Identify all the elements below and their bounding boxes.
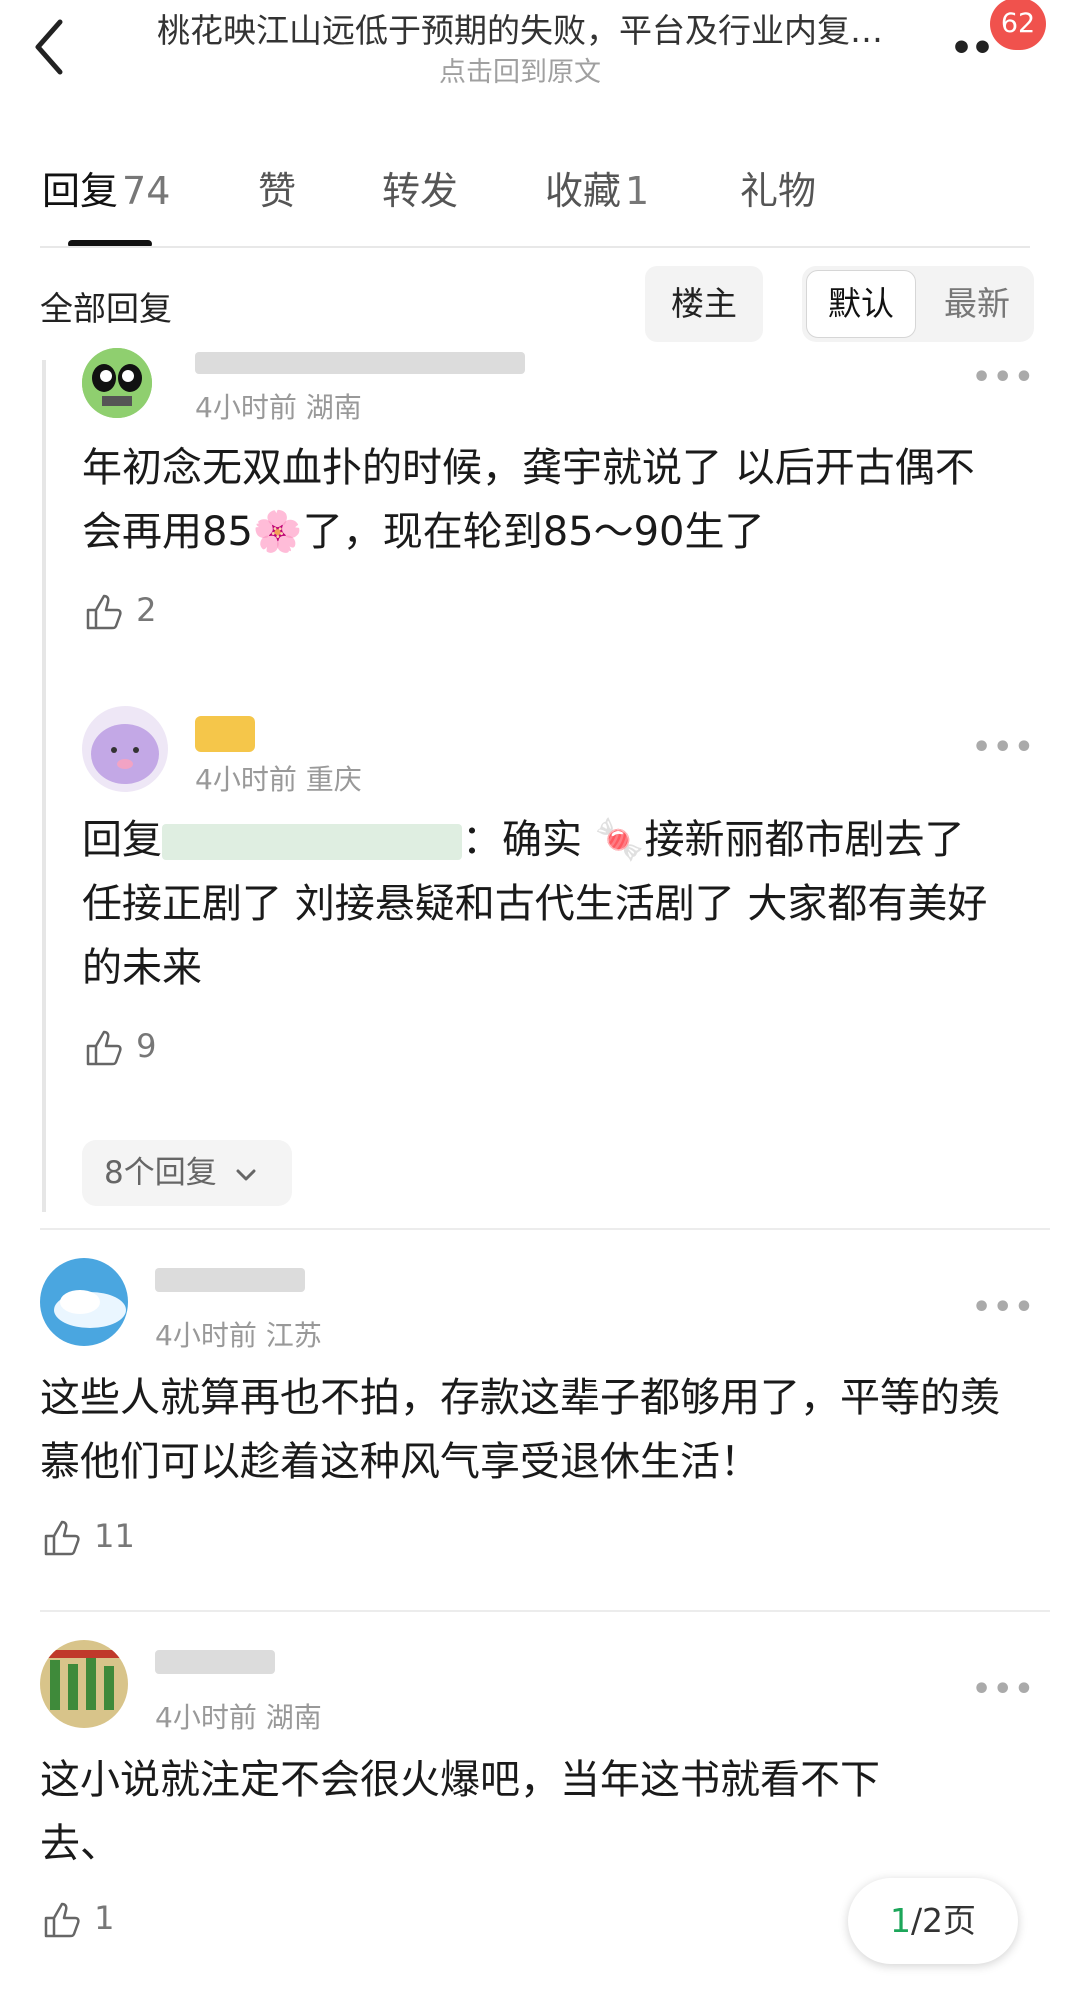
back-button[interactable] — [30, 12, 90, 82]
thumbs-up-icon — [86, 1030, 122, 1066]
tab-count: 1 — [625, 169, 650, 213]
avatar-image — [82, 706, 168, 792]
like-button[interactable]: 2 — [82, 590, 157, 634]
tab-replies[interactable]: 回复 74 — [42, 160, 170, 215]
like-count: 9 — [136, 1027, 157, 1065]
comment-meta: 4小时前 江苏 — [155, 1319, 322, 1352]
like-button[interactable]: 1 — [40, 1898, 115, 1942]
tab-gifts[interactable]: 礼物 — [740, 160, 816, 215]
tab-divider — [40, 246, 1030, 248]
more-menu-icon[interactable]: •• — [950, 28, 994, 69]
comment-divider — [40, 1228, 1050, 1230]
comment-text: 回复 ：确实 🍬接新丽都市剧去了 任接正剧了 刘接悬疑和古代生活剧了 大家都有美好… — [82, 808, 1002, 1000]
mentioned-user-blurred[interactable] — [162, 824, 462, 860]
like-count: 11 — [94, 1517, 135, 1555]
tab-label: 转发 — [382, 169, 459, 213]
expand-replies-button[interactable]: 8个回复 — [82, 1140, 292, 1206]
avatar-image — [82, 348, 152, 418]
tab-likes[interactable]: 赞 — [258, 160, 296, 215]
comment-divider — [40, 1610, 1050, 1612]
like-count: 2 — [136, 591, 157, 629]
comment-meta: 4小时前 湖南 — [155, 1701, 322, 1734]
thumbs-up-icon — [86, 594, 122, 630]
notification-badge[interactable]: 62 — [990, 0, 1046, 50]
comment-meta: 4小时前 重庆 — [195, 763, 362, 796]
tab-favorites[interactable]: 收藏 1 — [545, 160, 649, 215]
avatar[interactable] — [40, 1640, 128, 1728]
tab-label: 回复 — [42, 169, 119, 213]
op-only-button[interactable]: 楼主 — [645, 266, 763, 342]
tab-count: 74 — [122, 169, 171, 213]
thread-line — [42, 360, 46, 1212]
more-options-icon[interactable]: ••• — [972, 730, 1036, 765]
chevron-left-icon — [35, 19, 63, 75]
comment-text: 年初念无双血扑的时候，龚宇就说了 以后开古偶不会再用85🌸了，现在轮到85～90… — [82, 445, 975, 555]
like-button[interactable]: 11 — [40, 1516, 135, 1560]
back-to-original-link[interactable]: 点击回到原文 — [120, 50, 920, 89]
expand-replies-label: 8个回复 — [104, 1155, 217, 1191]
like-button[interactable]: 9 — [82, 1026, 157, 1070]
page-title: 桃花映江山远低于预期的失败，平台及行业内复… — [157, 11, 883, 50]
avatar[interactable] — [82, 348, 152, 418]
more-options-icon[interactable]: ••• — [972, 360, 1036, 395]
like-count: 1 — [94, 1899, 115, 1937]
reply-prefix: 回复 — [82, 817, 162, 863]
avatar-image — [40, 1258, 128, 1346]
avatar-image — [40, 1640, 128, 1728]
thumbs-up-icon — [44, 1520, 80, 1556]
tab-label: 礼物 — [740, 169, 817, 213]
username-blurred[interactable] — [155, 1268, 305, 1292]
total-pages: /2页 — [910, 1901, 977, 1940]
all-replies-label: 全部回复 — [40, 289, 172, 328]
tab-reposts[interactable]: 转发 — [382, 160, 458, 215]
username-blurred[interactable] — [155, 1650, 275, 1674]
current-page: 1 — [889, 1901, 911, 1940]
chevron-down-icon — [236, 1169, 256, 1180]
more-options-icon[interactable]: ••• — [972, 1672, 1036, 1707]
comment-meta: 4小时前 湖南 — [195, 391, 362, 424]
comment-text: 这些人就算再也不拍，存款这辈子都够用了，平等的羡慕他们可以趁着这种风气享受退休生… — [40, 1375, 1000, 1485]
avatar[interactable] — [82, 706, 168, 792]
tab-label: 收藏 — [545, 169, 622, 213]
thumbs-up-icon — [44, 1902, 80, 1938]
tab-label: 赞 — [258, 169, 297, 213]
username-badge[interactable] — [195, 716, 255, 752]
page-indicator[interactable]: 1/2页 — [848, 1878, 1018, 1964]
comment-text: 这小说就注定不会很火爆吧，当年这书就看不下去、 — [40, 1757, 880, 1867]
username-blurred[interactable] — [195, 352, 525, 374]
sort-latest-button[interactable]: 最新 — [924, 270, 1030, 338]
sort-default-button[interactable]: 默认 — [806, 270, 916, 338]
avatar[interactable] — [40, 1258, 128, 1346]
more-options-icon[interactable]: ••• — [972, 1290, 1036, 1325]
